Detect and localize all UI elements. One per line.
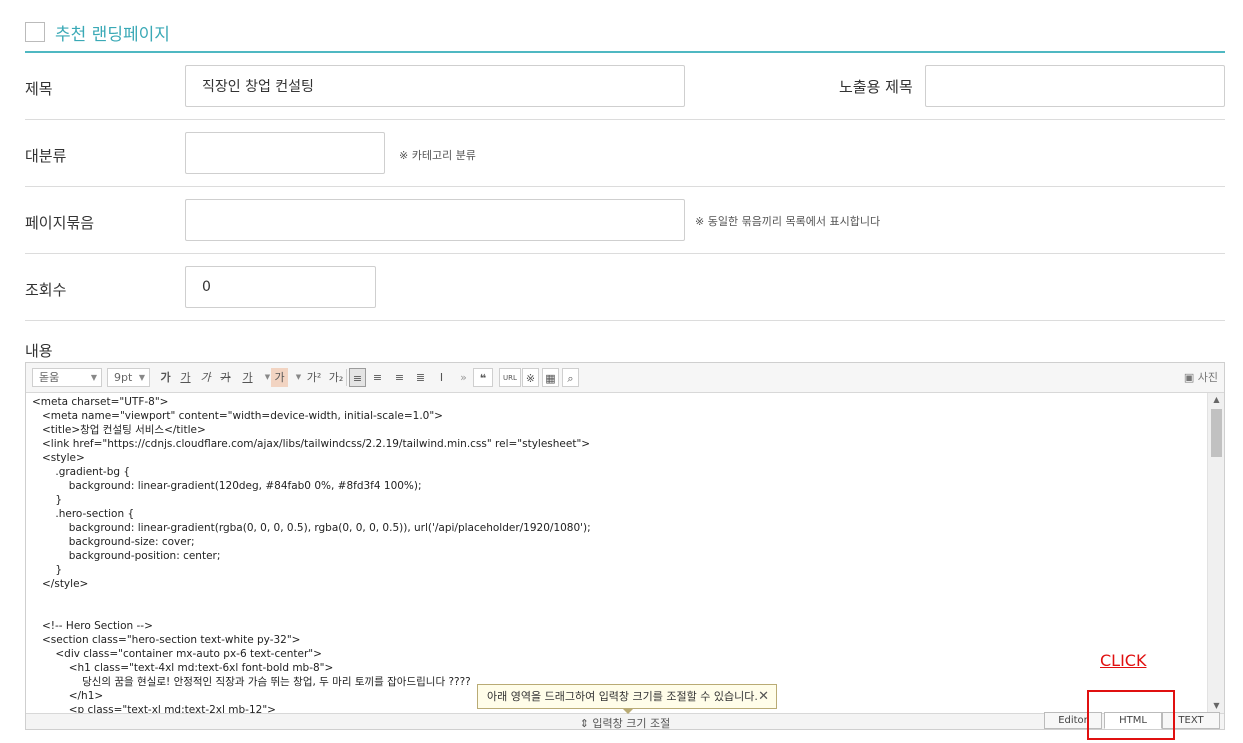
display-title-input[interactable]	[925, 65, 1225, 107]
code-line: <section class="hero-section text-white …	[32, 634, 301, 646]
views-row: 조회수 0	[25, 254, 1225, 321]
underline-button[interactable]: 가	[177, 368, 194, 387]
category-note: ※ 카테고리 분류	[399, 149, 476, 162]
more-icon[interactable]: »	[455, 368, 472, 387]
category-input[interactable]	[185, 132, 385, 174]
code-line: }	[32, 564, 63, 576]
align-justify-icon[interactable]: ≣	[412, 368, 429, 387]
page-group-input[interactable]	[185, 199, 685, 241]
code-line: background: linear-gradient(120deg, #84f…	[32, 480, 422, 492]
photo-label: 사진	[1197, 371, 1218, 384]
title-row: 제목 직장인 창업 컨설팅 노출용 제목	[25, 53, 1225, 120]
scroll-up-icon[interactable]: ▲	[1208, 393, 1225, 407]
code-line: <h1 class="text-4xl md:text-6xl font-bol…	[32, 662, 334, 674]
code-line: </style>	[32, 578, 89, 590]
html-source-textarea[interactable]: <meta charset="UTF-8"> <meta name="viewp…	[26, 393, 1208, 713]
header-checkbox[interactable]	[25, 22, 45, 42]
size-select-value: 9pt	[114, 371, 133, 384]
table-icon[interactable]: ▦	[542, 368, 559, 387]
chevron-down-icon: ▼	[138, 373, 145, 382]
editor-statusbar: ⇕ 입력창 크기 조절 Editor HTML TEXT	[26, 712, 1224, 730]
subscript-button[interactable]: 가₂	[325, 368, 347, 387]
views-input[interactable]: 0	[185, 266, 376, 308]
code-line: <meta name="viewport" content="width=dev…	[32, 410, 443, 422]
code-line: .gradient-bg {	[32, 466, 131, 478]
content-label: 내용	[25, 342, 53, 360]
font-select-value: 돋움	[39, 371, 60, 384]
code-line: <style>	[32, 452, 85, 464]
editor-scrollbar[interactable]: ▲ ▼	[1207, 393, 1224, 713]
section-header: 추천 랜딩페이지	[25, 18, 1225, 53]
superscript-button[interactable]: 가²	[303, 368, 325, 387]
page-group-row: 페이지묶음 ※ 동일한 묶음끼리 목록에서 표시합니다	[25, 187, 1225, 254]
strikethrough-button[interactable]: 가	[217, 368, 234, 387]
bg-color-button[interactable]: 가	[271, 368, 288, 387]
code-line: <link href="https://cdnjs.cloudflare.com…	[32, 438, 591, 450]
content-editor: 돋움 ▼ 9pt ▼ 가 가 가 가 가 ▼ 가 ▼ 가² 가₂ ≡ ≡ ≡ ≣ Ⅰ…	[25, 362, 1225, 730]
page-group-label: 페이지묶음	[25, 214, 95, 232]
italic-button[interactable]: 가	[197, 368, 214, 387]
section-title: 추천 랜딩페이지	[55, 25, 170, 45]
click-annotation: CLICK	[1100, 651, 1147, 670]
code-line: background-size: cover;	[32, 536, 195, 548]
title-label: 제목	[25, 80, 53, 98]
page-group-note: ※ 동일한 묶음끼리 목록에서 표시합니다	[695, 215, 881, 228]
code-line: .hero-section {	[32, 508, 135, 520]
code-line: background: linear-gradient(rgba(0, 0, 0…	[32, 522, 591, 534]
quote-button[interactable]: ❝	[473, 368, 493, 387]
photo-icon: ▣	[1183, 371, 1198, 384]
tooltip-arrow	[623, 709, 633, 714]
align-right-icon[interactable]: ≡	[391, 368, 408, 387]
editor-toolbar: 돋움 ▼ 9pt ▼ 가 가 가 가 가 ▼ 가 ▼ 가² 가₂ ≡ ≡ ≡ ≣ Ⅰ…	[26, 363, 1224, 393]
photo-button[interactable]: ▣ 사진	[1184, 369, 1218, 385]
title-input[interactable]: 직장인 창업 컨설팅	[185, 65, 685, 107]
resize-tooltip: 아래 영역을 드래그하여 입력창 크기를 조절할 수 있습니다. ✕	[477, 684, 777, 714]
toolbar-divider	[346, 369, 347, 386]
tooltip-text: 아래 영역을 드래그하여 입력창 크기를 조절할 수 있습니다.	[487, 690, 758, 703]
code-line: <!-- Hero Section -->	[32, 620, 153, 632]
code-line: background-position: center;	[32, 550, 221, 562]
line-height-icon[interactable]: Ⅰ	[433, 368, 450, 387]
special-char-icon[interactable]: ※	[522, 368, 539, 387]
category-row: 대분류 ※ 카테고리 분류	[25, 120, 1225, 187]
search-icon[interactable]: ⌕	[562, 368, 579, 387]
scroll-down-icon[interactable]: ▼	[1208, 699, 1225, 713]
code-line: }	[32, 494, 63, 506]
scroll-thumb[interactable]	[1211, 409, 1222, 457]
highlight-box	[1087, 690, 1175, 740]
close-icon[interactable]: ✕	[758, 685, 769, 708]
align-center-icon[interactable]: ≡	[369, 368, 386, 387]
align-left-icon[interactable]: ≡	[349, 368, 366, 387]
size-select[interactable]: 9pt ▼	[107, 368, 150, 387]
bold-button[interactable]: 가	[157, 368, 174, 387]
font-color-button[interactable]: 가	[239, 368, 256, 387]
code-line: <meta charset="UTF-8">	[32, 396, 169, 408]
category-label: 대분류	[25, 147, 67, 165]
views-label: 조회수	[25, 281, 67, 299]
font-select[interactable]: 돋움 ▼	[32, 368, 102, 387]
chevron-down-icon: ▼	[90, 373, 97, 382]
code-line: <title>창업 컨설팅 서비스</title>	[32, 424, 206, 436]
link-button[interactable]: URL	[499, 368, 521, 387]
display-title-label: 노출용 제목	[839, 78, 913, 96]
code-line: <div class="container mx-auto px-6 text-…	[32, 648, 322, 660]
